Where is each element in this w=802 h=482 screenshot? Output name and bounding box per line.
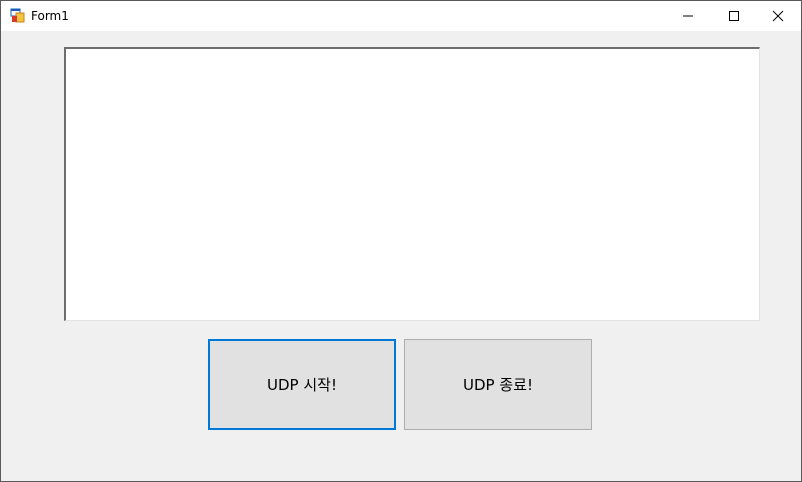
minimize-button[interactable] (665, 1, 711, 31)
app-icon[interactable] (10, 8, 25, 23)
window-title: Form1 (31, 9, 69, 23)
close-icon (772, 10, 784, 22)
maximize-button[interactable] (711, 1, 757, 31)
close-button[interactable] (755, 1, 801, 31)
title-bar[interactable]: Form1 (1, 1, 801, 31)
log-textbox[interactable] (64, 47, 760, 321)
udp-start-label: UDP 시작! (267, 376, 337, 394)
maximize-icon (729, 11, 739, 21)
udp-start-button[interactable]: UDP 시작! (208, 339, 396, 430)
udp-stop-button[interactable]: UDP 종료! (404, 339, 592, 430)
form-window: Form1 UDP 시작! UDP 종료! (0, 0, 802, 482)
minimize-icon (683, 15, 693, 17)
udp-stop-label: UDP 종료! (463, 376, 533, 394)
